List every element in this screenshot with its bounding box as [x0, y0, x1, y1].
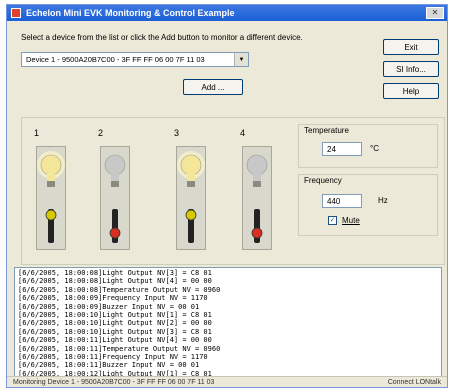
- lamp-box: [176, 146, 206, 250]
- instruction-text: Select a device from the list or click t…: [21, 33, 303, 42]
- lamp-2: 2: [94, 128, 134, 250]
- lamp-1: 1: [30, 128, 70, 250]
- si-info-button[interactable]: SI Info...: [383, 61, 439, 77]
- log-line: [6/6/2005, 18:00:08]Temperature Output N…: [18, 285, 221, 294]
- log-line: [6/6/2005, 18:00:11]Buzzer Input NV = 00…: [18, 361, 200, 370]
- log-line: [6/6/2005, 18:00:10]Light Output NV[1] =…: [18, 311, 212, 320]
- log-line: [6/6/2005, 18:00:10]Light Output NV[3] =…: [18, 327, 212, 336]
- device-select-value: Device 1 - 9500A20B7C00 - 3F FF FF 06 00…: [26, 55, 205, 64]
- log-line: [6/6/2005, 18:00:11]Frequency Input NV =…: [18, 353, 208, 362]
- main-window: Echelon Mini EVK Monitoring & Control Ex…: [6, 4, 448, 388]
- log-line: [6/6/2005, 18:00:09]Frequency Input NV =…: [18, 294, 208, 303]
- chevron-down-icon[interactable]: ▼: [234, 53, 248, 66]
- temperature-value: 24: [322, 142, 362, 156]
- log-line: [6/6/2005, 18:00:10]Light Output NV[2] =…: [18, 319, 212, 328]
- lamp-box: [100, 146, 130, 250]
- light-bulb-icon: [104, 154, 126, 187]
- title-bar: Echelon Mini EVK Monitoring & Control Ex…: [7, 5, 447, 21]
- lamp-number: 4: [240, 128, 246, 138]
- log-line: [6/6/2005, 18:00:09]Buzzer Input NV = 00…: [18, 302, 200, 311]
- frequency-unit: Hz: [378, 196, 388, 205]
- io-panel: 1234 Temperature 24 °C Frequency 440 Hz …: [21, 117, 445, 265]
- status-bar: Monitoring Device 1 - 9500A20B7C00 - 3F …: [7, 376, 447, 387]
- status-right: Connect LONtalk: [387, 378, 441, 386]
- temperature-unit: °C: [370, 144, 379, 153]
- lamp-4: 4: [236, 128, 276, 250]
- app-icon: [11, 8, 21, 18]
- log-line: [6/6/2005, 18:00:08]Light Output NV[3] =…: [18, 269, 212, 277]
- window-title: Echelon Mini EVK Monitoring & Control Ex…: [26, 8, 235, 18]
- device-select[interactable]: Device 1 - 9500A20B7C00 - 3F FF FF 06 00…: [21, 52, 249, 67]
- lamp-number: 3: [174, 128, 180, 138]
- lamp-number: 2: [98, 128, 104, 138]
- exit-button[interactable]: Exit: [383, 39, 439, 55]
- lamp-number: 1: [34, 128, 40, 138]
- help-button[interactable]: Help: [383, 83, 439, 99]
- lamp-box: [242, 146, 272, 250]
- log-line: [6/6/2005, 18:00:11]Light Output NV[4] =…: [18, 336, 212, 345]
- add-button[interactable]: Add ...: [183, 79, 243, 95]
- status-left: Monitoring Device 1 - 9500A20B7C00 - 3F …: [13, 378, 215, 386]
- close-button[interactable]: ✕: [426, 7, 444, 19]
- log-list[interactable]: [6/6/2005, 18:00:08]Light Output NV[3] =…: [14, 267, 442, 377]
- lamp-3: 3: [170, 128, 210, 250]
- lamp-box: [36, 146, 66, 250]
- mute-label: Mute: [342, 216, 360, 225]
- frequency-input[interactable]: 440: [322, 194, 362, 208]
- light-bulb-icon: [246, 154, 268, 187]
- temperature-label: Temperature: [304, 126, 349, 135]
- frequency-label: Frequency: [304, 176, 342, 185]
- log-line: [6/6/2005, 18:00:11]Temperature Output N…: [18, 344, 221, 353]
- light-bulb-icon: [37, 151, 65, 187]
- log-line: [6/6/2005, 18:00:08]Light Output NV[4] =…: [18, 277, 212, 286]
- light-bulb-icon: [177, 151, 205, 187]
- mute-checkbox[interactable]: ✓: [328, 216, 337, 225]
